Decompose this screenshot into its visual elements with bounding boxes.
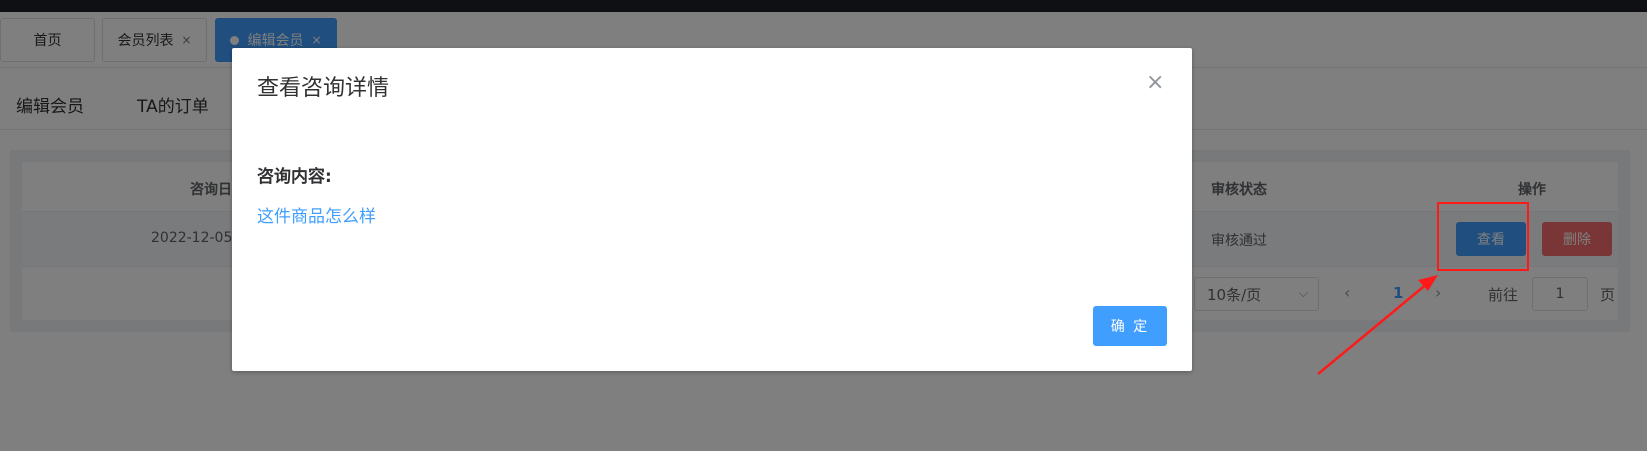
confirm-button[interactable]: 确 定 xyxy=(1093,306,1167,346)
dialog-title: 查看咨询详情 xyxy=(257,76,390,101)
consult-content-label: 咨询内容: xyxy=(257,167,332,187)
consult-content-text: 这件商品怎么样 xyxy=(257,207,376,227)
close-icon[interactable]: × xyxy=(1146,70,1164,95)
annotation-box xyxy=(1437,202,1529,271)
consult-detail-dialog: 查看咨询详情 × 咨询内容: 这件商品怎么样 确 定 xyxy=(232,48,1192,371)
